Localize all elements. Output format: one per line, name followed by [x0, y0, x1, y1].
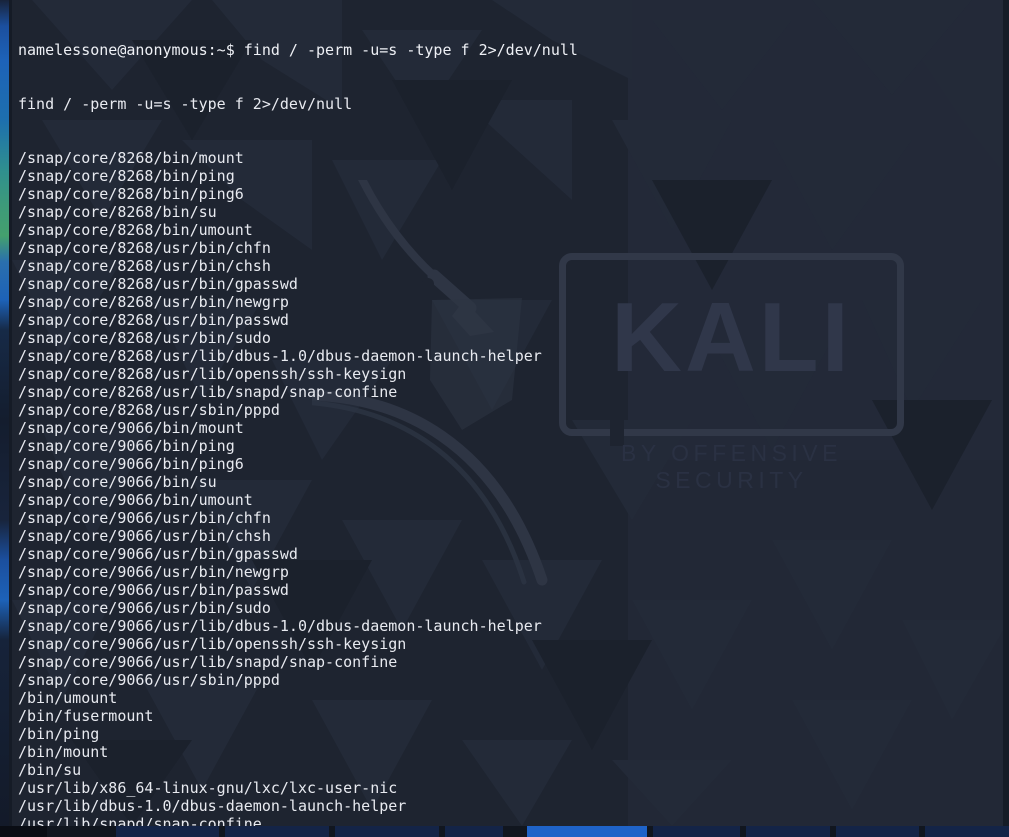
terminal-output-line: /snap/core/9066/bin/umount	[18, 491, 253, 509]
terminal-output-line: /usr/lib/dbus-1.0/dbus-daemon-launch-hel…	[18, 797, 407, 815]
taskbar-segment[interactable]	[653, 826, 740, 837]
taskbar-segment[interactable]	[526, 826, 648, 837]
terminal-output-line: /snap/core/9066/usr/bin/gpasswd	[18, 545, 298, 563]
terminal-output-line: /snap/core/8268/usr/bin/sudo	[18, 329, 271, 347]
terminal-output-line: /snap/core/8268/usr/sbin/pppd	[18, 401, 280, 419]
terminal-output-line: /snap/core/9066/usr/bin/chfn	[18, 509, 271, 527]
terminal-output-line: /bin/ping	[18, 725, 100, 743]
taskbar-segment[interactable]	[445, 826, 504, 837]
terminal-output-line: /snap/core/8268/usr/bin/newgrp	[18, 293, 289, 311]
terminal-output-line: /bin/mount	[18, 743, 109, 761]
taskbar-segment[interactable]	[836, 826, 919, 837]
terminal-output-line: /snap/core/9066/bin/su	[18, 473, 217, 491]
taskbar-segment[interactable]	[116, 826, 219, 837]
terminal-output-area[interactable]: namelessone@anonymous:~$ find / -perm -u…	[18, 5, 578, 826]
taskbar[interactable]	[0, 826, 1009, 837]
terminal-output-line: /snap/core/9066/usr/lib/openssh/ssh-keys…	[18, 635, 407, 653]
terminal-output-line: /snap/core/9066/usr/bin/sudo	[18, 599, 271, 617]
terminal-output-line: /snap/core/9066/bin/ping	[18, 437, 235, 455]
terminal-output-line: /snap/core/8268/usr/lib/dbus-1.0/dbus-da…	[18, 347, 542, 365]
terminal-output-line: /snap/core/8268/bin/ping	[18, 167, 235, 185]
kali-tagline-text: BY OFFENSIVE SECURITY	[620, 440, 842, 493]
terminal-output-line: /snap/core/8268/bin/su	[18, 203, 217, 221]
terminal-output-line: /snap/core/9066/bin/mount	[18, 419, 244, 437]
terminal-output-line: /snap/core/8268/usr/bin/chfn	[18, 239, 271, 257]
terminal-output-line: /snap/core/8268/usr/bin/chsh	[18, 257, 271, 275]
terminal-output-line: /snap/core/9066/usr/bin/passwd	[18, 581, 289, 599]
terminal-output-line: /snap/core/8268/bin/umount	[18, 221, 253, 239]
terminal-output-line: /snap/core/8268/usr/bin/passwd	[18, 311, 289, 329]
terminal-output-line: /snap/core/9066/usr/lib/snapd/snap-confi…	[18, 653, 398, 671]
taskbar-segment[interactable]	[335, 826, 440, 837]
terminal-output-line: /snap/core/9066/usr/lib/dbus-1.0/dbus-da…	[18, 617, 542, 635]
terminal-output-line: /usr/lib/x86_64-linux-gnu/lxc/lxc-user-n…	[18, 779, 398, 797]
terminal-output-line: /bin/fusermount	[18, 707, 154, 725]
terminal-output-line: /bin/umount	[18, 689, 118, 707]
background-window-accent-strip	[0, 0, 9, 826]
terminal-output-line: /snap/core/8268/usr/bin/gpasswd	[18, 275, 298, 293]
taskbar-segment[interactable]	[745, 826, 831, 837]
taskbar-segment[interactable]	[0, 826, 47, 837]
taskbar-segment[interactable]	[46, 826, 117, 837]
terminal-output-line: /snap/core/8268/bin/mount	[18, 149, 244, 167]
taskbar-segment[interactable]	[224, 826, 330, 837]
terminal-output-line: /snap/core/9066/usr/sbin/pppd	[18, 671, 280, 689]
taskbar-segment[interactable]	[924, 826, 1009, 837]
terminal-result-list: /snap/core/8268/bin/mount/snap/core/8268…	[18, 149, 578, 826]
desktop-screen: KALI BY OFFENSIVE SECURITY namelessone@a…	[0, 0, 1009, 837]
terminal-output-line: /snap/core/9066/usr/bin/newgrp	[18, 563, 289, 581]
terminal-output-line: /snap/core/8268/usr/lib/snapd/snap-confi…	[18, 383, 398, 401]
terminal-echo-line: find / -perm -u=s -type f 2>/dev/null	[18, 95, 353, 113]
terminal-right-edge	[1003, 0, 1009, 826]
terminal-output-line: /snap/core/8268/bin/ping6	[18, 185, 244, 203]
terminal-output-line: /snap/core/8268/usr/lib/openssh/ssh-keys…	[18, 365, 407, 383]
terminal-output-line: /snap/core/9066/bin/ping6	[18, 455, 244, 473]
terminal-prompt-line: namelessone@anonymous:~$ find / -perm -u…	[18, 41, 578, 59]
terminal-window[interactable]: KALI BY OFFENSIVE SECURITY namelessone@a…	[12, 0, 1009, 826]
terminal-output-line: /usr/lib/snapd/snap-confine	[18, 815, 262, 826]
terminal-output-line: /bin/su	[18, 761, 82, 779]
taskbar-segment[interactable]	[503, 826, 527, 837]
kali-brand-text: KALI	[611, 282, 852, 392]
terminal-output-line: /snap/core/9066/usr/bin/chsh	[18, 527, 271, 545]
